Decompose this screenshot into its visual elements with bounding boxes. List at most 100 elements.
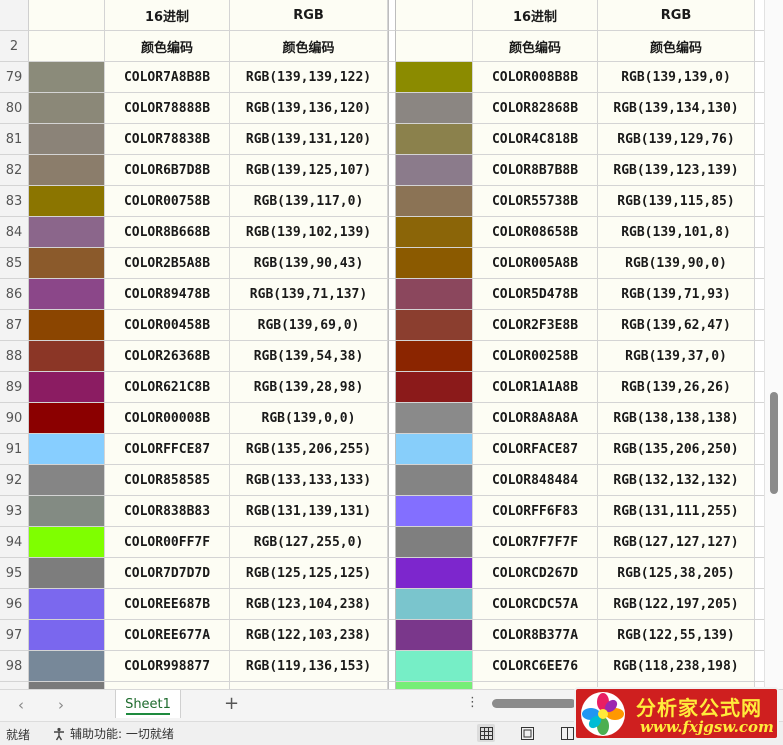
hex-code-cell[interactable]: COLOR00458B bbox=[105, 310, 230, 341]
color-swatch[interactable] bbox=[396, 248, 473, 279]
row-number[interactable]: 95 bbox=[0, 558, 29, 589]
hex-code-cell[interactable]: COLOR82868B bbox=[473, 93, 598, 124]
tail-cell[interactable] bbox=[755, 496, 764, 527]
gap-column[interactable] bbox=[388, 620, 396, 651]
hex-code-cell[interactable] bbox=[105, 682, 230, 689]
row-number[interactable]: 81 bbox=[0, 124, 29, 155]
vertical-scroll-thumb[interactable] bbox=[770, 392, 778, 494]
hex-code-cell[interactable]: COLOR00258B bbox=[473, 341, 598, 372]
hex-code-cell[interactable]: COLOR08658B bbox=[473, 217, 598, 248]
tail-cell[interactable] bbox=[755, 186, 764, 217]
tail-cell[interactable] bbox=[755, 124, 764, 155]
color-swatch[interactable] bbox=[29, 155, 105, 186]
color-swatch[interactable] bbox=[29, 124, 105, 155]
tail-cell[interactable] bbox=[755, 403, 764, 434]
vertical-scrollbar[interactable] bbox=[764, 0, 783, 689]
color-swatch[interactable] bbox=[396, 465, 473, 496]
color-swatch[interactable] bbox=[396, 279, 473, 310]
hex-code-cell[interactable]: COLOR00FF7F bbox=[105, 527, 230, 558]
color-swatch[interactable] bbox=[29, 620, 105, 651]
tail-cell[interactable] bbox=[755, 93, 764, 124]
rgb-code-cell[interactable]: RGB(139,136,120) bbox=[230, 93, 388, 124]
rgb-code-cell[interactable]: RGB(139,37,0) bbox=[598, 341, 755, 372]
row-number[interactable]: 80 bbox=[0, 93, 29, 124]
color-swatch[interactable] bbox=[396, 341, 473, 372]
tail-cell[interactable] bbox=[755, 62, 764, 93]
add-sheet-icon[interactable]: + bbox=[224, 693, 239, 714]
header-hex-2[interactable]: 16进制 bbox=[473, 0, 598, 31]
hex-code-cell[interactable]: COLOR848484 bbox=[473, 465, 598, 496]
rgb-code-cell[interactable]: RGB(139,26,26) bbox=[598, 372, 755, 403]
rgb-code-cell[interactable]: RGB(122,103,238) bbox=[230, 620, 388, 651]
gap-column[interactable] bbox=[388, 341, 396, 372]
hex-code-cell[interactable]: COLOR00758B bbox=[105, 186, 230, 217]
gap-column[interactable] bbox=[388, 124, 396, 155]
rgb-code-cell[interactable]: RGB(125,125,125) bbox=[230, 558, 388, 589]
gap-column[interactable] bbox=[388, 558, 396, 589]
rgb-code-cell[interactable]: RGB(138,138,138) bbox=[598, 403, 755, 434]
color-swatch[interactable] bbox=[396, 186, 473, 217]
row-number[interactable]: 87 bbox=[0, 310, 29, 341]
color-swatch[interactable] bbox=[29, 589, 105, 620]
page-layout-view-icon[interactable] bbox=[518, 724, 536, 742]
gap-column[interactable] bbox=[388, 155, 396, 186]
row-number[interactable]: 2 bbox=[0, 31, 29, 62]
tail-cell[interactable] bbox=[755, 589, 764, 620]
accessibility-status[interactable]: 辅助功能: 一切就绪 bbox=[52, 725, 174, 742]
rgb-code-cell[interactable]: RGB(139,129,76) bbox=[598, 124, 755, 155]
horizontal-scroll-thumb[interactable] bbox=[492, 699, 576, 708]
hex-code-cell[interactable]: COLOR2F3E8B bbox=[473, 310, 598, 341]
header-rgb-2[interactable]: RGB bbox=[598, 0, 755, 31]
rgb-code-cell[interactable]: RGB(139,131,120) bbox=[230, 124, 388, 155]
hex-code-cell[interactable]: COLORFF6F83 bbox=[473, 496, 598, 527]
header-cell[interactable] bbox=[29, 0, 105, 31]
hex-code-cell[interactable]: COLOREE677A bbox=[105, 620, 230, 651]
row-number[interactable]: 85 bbox=[0, 248, 29, 279]
row-number[interactable]: 93 bbox=[0, 496, 29, 527]
rgb-code-cell[interactable]: RGB(122,197,205) bbox=[598, 589, 755, 620]
rgb-code-cell[interactable]: RGB(139,115,85) bbox=[598, 186, 755, 217]
color-swatch[interactable] bbox=[29, 465, 105, 496]
color-swatch[interactable] bbox=[29, 186, 105, 217]
row-number[interactable]: 79 bbox=[0, 62, 29, 93]
color-swatch[interactable] bbox=[29, 527, 105, 558]
color-swatch[interactable] bbox=[29, 310, 105, 341]
tail-cell[interactable] bbox=[755, 620, 764, 651]
hex-code-cell[interactable]: COLOR4C818B bbox=[473, 124, 598, 155]
hex-code-cell[interactable]: COLOR838B83 bbox=[105, 496, 230, 527]
rgb-code-cell[interactable]: RGB(139,71,137) bbox=[230, 279, 388, 310]
hex-code-cell[interactable]: COLOREE687B bbox=[105, 589, 230, 620]
color-swatch[interactable] bbox=[396, 93, 473, 124]
tail-cell[interactable] bbox=[755, 527, 764, 558]
header-rgb[interactable]: RGB bbox=[230, 0, 388, 31]
color-swatch[interactable] bbox=[29, 372, 105, 403]
header-cell[interactable] bbox=[396, 31, 473, 62]
color-swatch[interactable] bbox=[396, 496, 473, 527]
row-number[interactable]: 94 bbox=[0, 527, 29, 558]
color-swatch[interactable] bbox=[396, 403, 473, 434]
tail-cell[interactable] bbox=[755, 0, 764, 31]
color-swatch[interactable] bbox=[29, 279, 105, 310]
tail-cell[interactable] bbox=[755, 279, 764, 310]
tail-cell[interactable] bbox=[755, 341, 764, 372]
gap-column[interactable] bbox=[388, 372, 396, 403]
color-swatch[interactable] bbox=[396, 620, 473, 651]
rgb-code-cell[interactable]: RGB(127,255,0) bbox=[230, 527, 388, 558]
header-hex-sub[interactable]: 颜色编码 bbox=[105, 31, 230, 62]
hex-code-cell[interactable]: COLOR2B5A8B bbox=[105, 248, 230, 279]
rgb-code-cell[interactable]: RGB(125,38,205) bbox=[598, 558, 755, 589]
rgb-code-cell[interactable]: RGB(139,28,98) bbox=[230, 372, 388, 403]
hex-code-cell[interactable]: COLOR5D478B bbox=[473, 279, 598, 310]
tail-cell[interactable] bbox=[755, 434, 764, 465]
color-swatch[interactable] bbox=[29, 558, 105, 589]
color-swatch[interactable] bbox=[396, 434, 473, 465]
hex-code-cell[interactable]: COLORFACE87 bbox=[473, 434, 598, 465]
color-swatch[interactable] bbox=[396, 589, 473, 620]
color-swatch[interactable] bbox=[396, 651, 473, 682]
hex-code-cell[interactable]: COLOR621C8B bbox=[105, 372, 230, 403]
color-swatch[interactable] bbox=[396, 527, 473, 558]
hex-code-cell[interactable]: COLORCD267D bbox=[473, 558, 598, 589]
color-swatch[interactable] bbox=[29, 496, 105, 527]
row-number[interactable]: 92 bbox=[0, 465, 29, 496]
header-hex[interactable]: 16进制 bbox=[105, 0, 230, 31]
